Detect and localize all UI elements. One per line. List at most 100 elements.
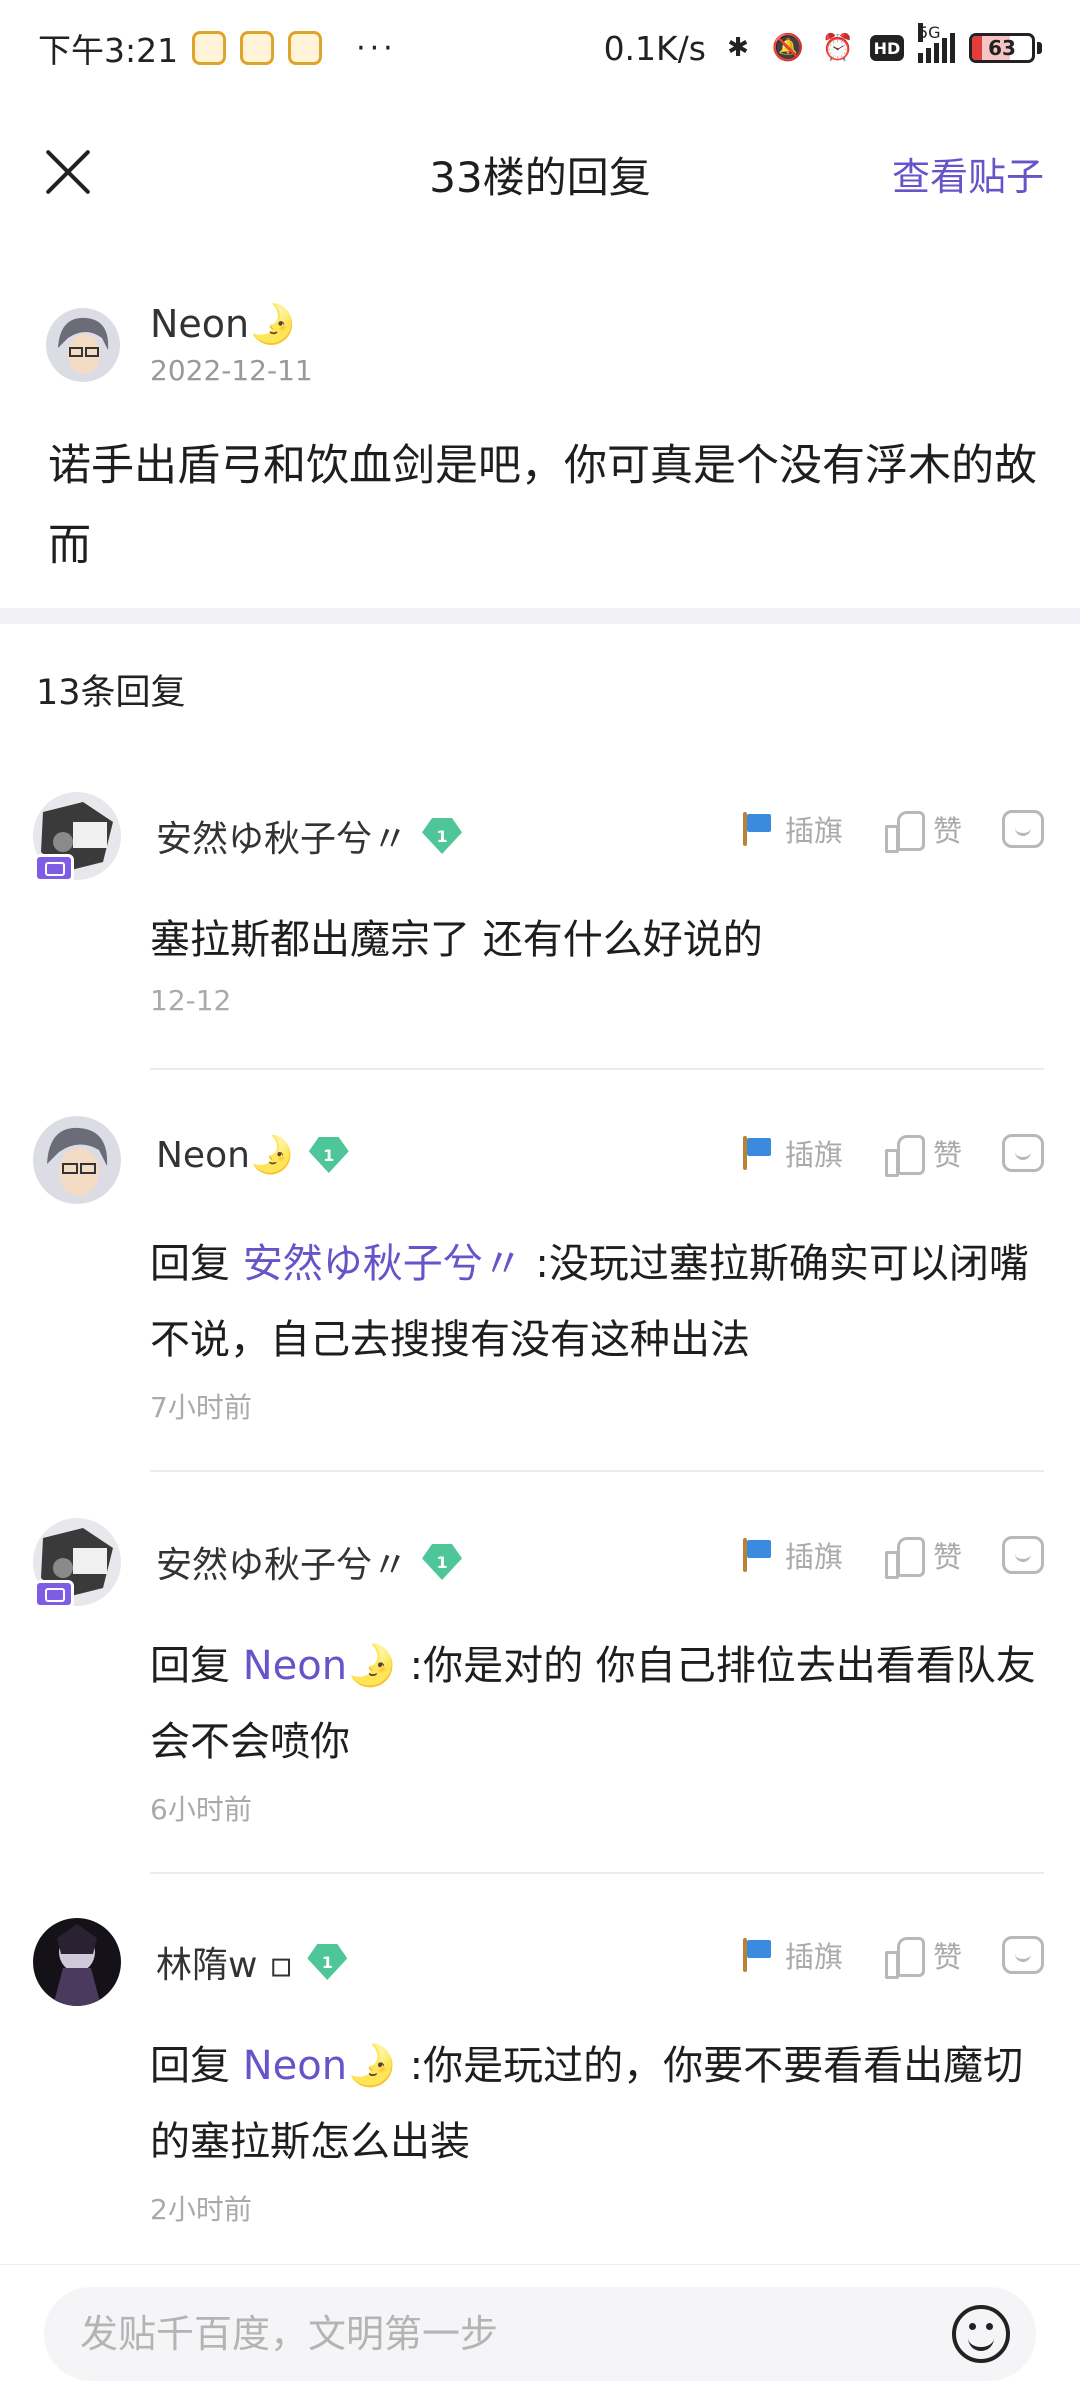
reply-time: 2小时前 [150, 2193, 252, 2226]
comment-icon [1002, 1936, 1044, 1974]
reply-content: 回复 Neon🌛 :你是对的 你自己排位去出看看队友会不会喷你 [150, 1628, 1040, 1780]
reply-content: 回复 安然ゆ秋子兮〃 :没玩过塞拉斯确实可以闭嘴不说，自己去搜搜有没有这种出法 [150, 1226, 1040, 1378]
mute-bell-icon: 🔕 [771, 33, 805, 63]
alarm-icon: ⏰ [821, 33, 855, 63]
level-badge-icon: 1 [308, 1137, 349, 1173]
flag-button[interactable]: 插旗 [739, 1534, 843, 1576]
battery-icon: 63 [969, 33, 1035, 63]
reply-actions: 插旗 赞 [739, 808, 1044, 853]
like-button[interactable]: 赞 [883, 1534, 962, 1579]
flag-label: 插旗 [784, 1540, 843, 1574]
battery-tip [1037, 42, 1042, 54]
app-notification-icon [288, 31, 323, 65]
hd-icon: HD [870, 35, 904, 61]
reply-author-name[interactable]: 安然ゆ秋子兮〃 [156, 1536, 408, 1588]
flag-label: 插旗 [784, 814, 843, 848]
reply-author[interactable]: 安然ゆ秋子兮〃 1 [156, 810, 463, 862]
reply-actions: 插旗 赞 [739, 1534, 1044, 1579]
level-badge-icon: 1 [307, 1944, 348, 1980]
avatar[interactable] [46, 308, 120, 382]
like-label: 赞 [932, 1940, 962, 1974]
like-button[interactable]: 赞 [883, 1132, 962, 1177]
reply-divider [150, 1068, 1044, 1070]
status-right: 0.1K/s ✱ 🔕 ⏰ HD 5G 63 [603, 23, 1042, 68]
avatar-image [33, 1918, 121, 2006]
post-date: 2022-12-11 [150, 354, 313, 387]
battery-level: 63 [988, 36, 1016, 60]
avatar-image [33, 1116, 121, 1204]
reply-prefix: 回复 [150, 1643, 230, 1689]
reply-input-bar [0, 2264, 1080, 2400]
level-badge-icon: 1 [422, 1544, 463, 1580]
reply-actions: 插旗 赞 [739, 1934, 1044, 1979]
header: 33楼的回复 查看贴子 [0, 96, 1080, 246]
avatar[interactable] [33, 1918, 121, 2006]
reply-input-container [44, 2287, 1036, 2381]
flag-label: 插旗 [784, 1940, 843, 1974]
reply-time: 6小时前 [150, 1793, 252, 1826]
comment-button[interactable] [1002, 1536, 1044, 1574]
comment-icon [1002, 1134, 1044, 1172]
view-post-link[interactable]: 查看贴子 [892, 146, 1044, 201]
comment-icon [1002, 810, 1044, 848]
reply-input[interactable] [80, 2287, 940, 2381]
comment-button[interactable] [1002, 810, 1044, 848]
reply-author[interactable]: 林隋w ▫ 1 [156, 1936, 348, 1988]
status-bar: 下午3:21 ··· 0.1K/s ✱ 🔕 ⏰ HD 5G 63 [0, 0, 1080, 96]
avatar-image [46, 308, 120, 382]
network-speed: 0.1K/s [603, 28, 706, 68]
reply-prefix: 回复 [150, 1241, 230, 1287]
reply-author-name[interactable]: 林隋w ▫ [156, 1936, 293, 1988]
like-button[interactable]: 赞 [883, 1934, 962, 1979]
reply-author-name[interactable]: 安然ゆ秋子兮〃 [156, 810, 408, 862]
post-author[interactable]: Neon🌛 [150, 302, 296, 347]
thumbs-up-icon [883, 1935, 925, 1979]
flag-label: 插旗 [784, 1138, 843, 1172]
comment-button[interactable] [1002, 1936, 1044, 1974]
flag-icon [739, 1536, 775, 1574]
vip-badge-icon [34, 1580, 74, 1608]
flag-icon [739, 1936, 775, 1974]
emoji-icon[interactable] [952, 2305, 1010, 2363]
reply-count: 13条回复 [36, 673, 186, 713]
mention-link[interactable]: Neon🌛 [243, 2043, 397, 2089]
bluetooth-icon: ✱ [727, 33, 749, 63]
reply-divider [150, 1872, 1044, 1874]
mention-link[interactable]: Neon🌛 [243, 1643, 397, 1689]
mention-link[interactable]: 安然ゆ秋子兮〃 [243, 1241, 523, 1287]
reply-content: 回复 Neon🌛 :你是玩过的，你要不要看看出魔切的塞拉斯怎么出装 [150, 2028, 1040, 2180]
reply-text: 塞拉斯都出魔宗了 还有什么好说的 [150, 917, 763, 963]
reply-content: 塞拉斯都出魔宗了 还有什么好说的 [150, 902, 1040, 978]
reply-time: 12-12 [150, 984, 232, 1017]
flag-button[interactable]: 插旗 [739, 1934, 843, 1976]
like-label: 赞 [932, 1540, 962, 1574]
status-time: 下午3:21 [38, 31, 179, 70]
comment-button[interactable] [1002, 1134, 1044, 1172]
reply-author[interactable]: Neon🌛 1 [156, 1134, 349, 1176]
reply-actions: 插旗 赞 [739, 1132, 1044, 1177]
reply-time: 7小时前 [150, 1391, 252, 1424]
status-left: 下午3:21 ··· [38, 24, 397, 72]
reply-author[interactable]: 安然ゆ秋子兮〃 1 [156, 1536, 463, 1588]
reply-divider [150, 1470, 1044, 1472]
vip-badge-icon [34, 854, 74, 882]
flag-icon [739, 810, 775, 848]
thumbs-up-icon [883, 809, 925, 853]
thumbs-up-icon [883, 1133, 925, 1177]
like-label: 赞 [932, 1138, 962, 1172]
like-button[interactable]: 赞 [883, 808, 962, 853]
post-content: 诺手出盾弓和饮血剑是吧，你可真是个没有浮木的故而 [48, 441, 1037, 571]
more-notifications-icon: ··· [356, 30, 397, 66]
flag-button[interactable]: 插旗 [739, 1132, 843, 1174]
app-notification-icon [192, 31, 227, 65]
comment-icon [1002, 1536, 1044, 1574]
level-badge-icon: 1 [422, 818, 463, 854]
reply-author-name[interactable]: Neon🌛 [156, 1134, 295, 1176]
flag-icon [739, 1134, 775, 1172]
app-notification-icon [240, 31, 275, 65]
avatar[interactable] [33, 1116, 121, 1204]
thumbs-up-icon [883, 1535, 925, 1579]
flag-button[interactable]: 插旗 [739, 808, 843, 850]
reply-prefix: 回复 [150, 2043, 230, 2089]
network-type: 5G [918, 23, 941, 42]
